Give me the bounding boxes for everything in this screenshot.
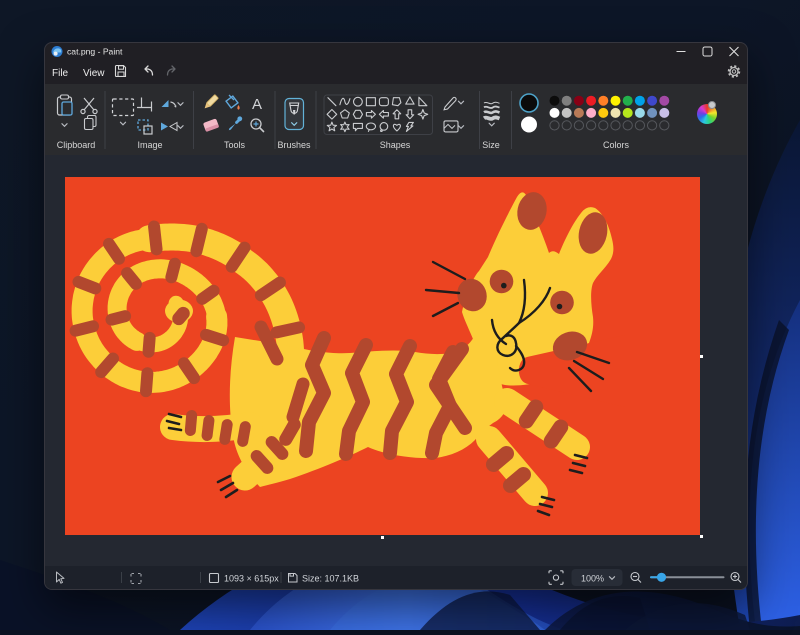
svg-text:Brushes: Brushes xyxy=(277,140,311,150)
svg-text:cat.png - Paint: cat.png - Paint xyxy=(67,47,123,57)
svg-text:Size: 107.1KB: Size: 107.1KB xyxy=(302,574,359,584)
svg-text:Clipboard: Clipboard xyxy=(57,140,96,150)
svg-text:View: View xyxy=(83,68,105,79)
svg-text:1093 × 615px: 1093 × 615px xyxy=(224,574,279,584)
svg-text:Size: Size xyxy=(482,140,500,150)
svg-text:Tools: Tools xyxy=(224,140,246,150)
svg-text:Image: Image xyxy=(137,140,162,150)
svg-text:Shapes: Shapes xyxy=(380,140,411,150)
svg-text:100%: 100% xyxy=(581,574,604,584)
svg-text:File: File xyxy=(52,68,69,79)
svg-text:A: A xyxy=(252,96,262,113)
svg-text:Colors: Colors xyxy=(603,140,630,150)
